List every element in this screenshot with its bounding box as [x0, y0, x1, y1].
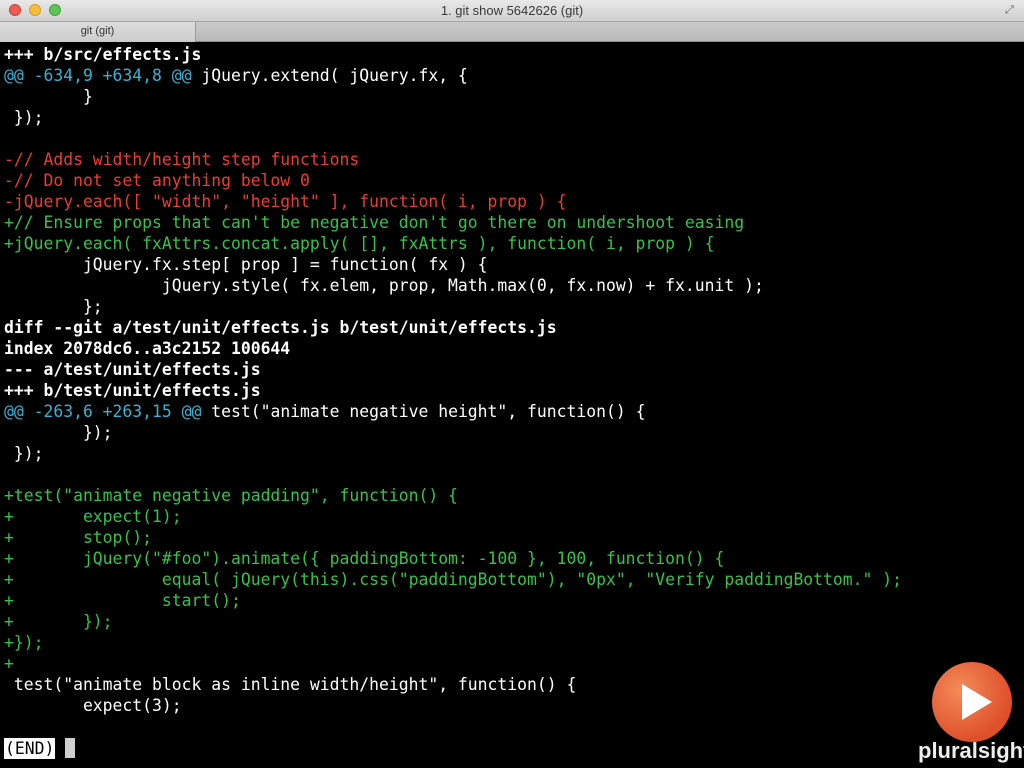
- diff-line-text: -jQuery.each([ "width", "height" ], func…: [4, 192, 567, 211]
- pager-end-prompt: (END): [4, 738, 56, 759]
- diff-line: expect(3);: [4, 695, 902, 716]
- diff-line: }: [4, 86, 902, 107]
- diff-line-text: +jQuery.each( fxAttrs.concat.apply( [], …: [4, 234, 715, 253]
- text-cursor: [65, 738, 75, 758]
- diff-line-text: +: [4, 654, 14, 673]
- diff-line-text: expect(3);: [4, 696, 182, 715]
- diff-line-text: };: [4, 297, 103, 316]
- diff-line-text: -// Adds width/height step functions: [4, 150, 360, 169]
- diff-line: +});: [4, 632, 902, 653]
- tab-bar: git (git): [0, 22, 1024, 42]
- diff-line-text: });: [4, 444, 44, 463]
- diff-line: jQuery.fx.step[ prop ] = function( fx ) …: [4, 254, 902, 275]
- diff-line-text: }: [4, 87, 93, 106]
- diff-line: -// Do not set anything below 0: [4, 170, 902, 191]
- diff-line-text: [4, 129, 14, 148]
- diff-line: diff --git a/test/unit/effects.js b/test…: [4, 317, 902, 338]
- diff-line-text: + start();: [4, 591, 241, 610]
- diff-line: });: [4, 443, 902, 464]
- pluralsight-watermark: pluralsight: [914, 658, 1024, 768]
- diff-line-text: test("animate negative height", function…: [201, 402, 646, 421]
- diff-line: });: [4, 422, 902, 443]
- diff-line: +// Ensure props that can't be negative …: [4, 212, 902, 233]
- diff-line: + start();: [4, 590, 902, 611]
- diff-line: --- a/test/unit/effects.js: [4, 359, 902, 380]
- diff-line: +: [4, 653, 902, 674]
- diff-line-text: [4, 465, 14, 484]
- diff-line: +++ b/test/unit/effects.js: [4, 380, 902, 401]
- diff-output: +++ b/src/effects.js @@ -634,9 +634,8 @@ …: [4, 44, 902, 716]
- tab-git[interactable]: git (git): [0, 22, 196, 42]
- diff-line: + equal( jQuery(this).css("paddingBottom…: [4, 569, 902, 590]
- diff-line: + expect(1);: [4, 506, 902, 527]
- diff-line-text: });: [4, 423, 113, 442]
- title-bar: 1. git show 5642626 (git) ⤢: [0, 0, 1024, 22]
- diff-line: +test("animate negative padding", functi…: [4, 485, 902, 506]
- diff-line-text: + });: [4, 612, 113, 631]
- play-icon: [932, 662, 1012, 742]
- diff-line-text: test("animate block as inline width/heig…: [4, 675, 577, 694]
- diff-line-text: +test("animate negative padding", functi…: [4, 486, 458, 505]
- diff-line-text: jQuery.style( fx.elem, prop, Math.max(0,…: [4, 276, 764, 295]
- diff-line: -jQuery.each([ "width", "height" ], func…: [4, 191, 902, 212]
- diff-line: [4, 464, 902, 485]
- diff-line-text: -// Do not set anything below 0: [4, 171, 310, 190]
- diff-line: @@ -634,9 +634,8 @@ jQuery.extend( jQuer…: [4, 65, 902, 86]
- diff-line-text: +++ b/src/effects.js: [4, 45, 202, 64]
- diff-line-text: +});: [4, 633, 44, 652]
- diff-line-text: --- a/test/unit/effects.js: [4, 360, 261, 379]
- diff-line-text: + stop();: [4, 528, 153, 547]
- terminal-output[interactable]: +++ b/src/effects.js @@ -634,9 +634,8 @@ …: [0, 44, 1024, 768]
- diff-line-text: index 2078dc6..a3c2152 100644: [4, 339, 291, 358]
- window-title: 1. git show 5642626 (git): [440, 3, 584, 18]
- diff-line-text: +// Ensure props that can't be negative …: [4, 213, 745, 232]
- diff-line: + stop();: [4, 527, 902, 548]
- diff-line-text: jQuery.extend( jQuery.fx, {: [191, 66, 468, 85]
- diff-line: });: [4, 107, 902, 128]
- hunk-header: @@ -634,9 +634,8 @@: [4, 66, 192, 85]
- diff-line: jQuery.style( fx.elem, prop, Math.max(0,…: [4, 275, 902, 296]
- diff-line: index 2078dc6..a3c2152 100644: [4, 338, 902, 359]
- fullscreen-icon[interactable]: ⤢: [1005, 4, 1017, 16]
- diff-line: + jQuery("#foo").animate({ paddingBottom…: [4, 548, 902, 569]
- diff-line: @@ -263,6 +263,15 @@ test("animate negat…: [4, 401, 902, 422]
- diff-line-text: + jQuery("#foo").animate({ paddingBottom…: [4, 549, 725, 568]
- hunk-header: @@ -263,6 +263,15 @@: [4, 402, 202, 421]
- diff-line-text: jQuery.fx.step[ prop ] = function( fx ) …: [4, 255, 488, 274]
- diff-line: [4, 128, 902, 149]
- diff-line-text: +++ b/test/unit/effects.js: [4, 381, 261, 400]
- diff-line: -// Adds width/height step functions: [4, 149, 902, 170]
- diff-line: +jQuery.each( fxAttrs.concat.apply( [], …: [4, 233, 902, 254]
- diff-line-text: diff --git a/test/unit/effects.js b/test…: [4, 318, 557, 337]
- diff-line-text: + equal( jQuery(this).css("paddingBottom…: [4, 570, 902, 589]
- diff-line: + });: [4, 611, 902, 632]
- terminal-window: 1. git show 5642626 (git) ⤢ git (git) ++…: [0, 0, 1024, 768]
- brand-logo-text: pluralsight: [918, 738, 1024, 763]
- diff-line: +++ b/src/effects.js: [4, 44, 902, 65]
- diff-line: };: [4, 296, 902, 317]
- diff-line-text: });: [4, 108, 44, 127]
- diff-line: test("animate block as inline width/heig…: [4, 674, 902, 695]
- diff-line-text: + expect(1);: [4, 507, 182, 526]
